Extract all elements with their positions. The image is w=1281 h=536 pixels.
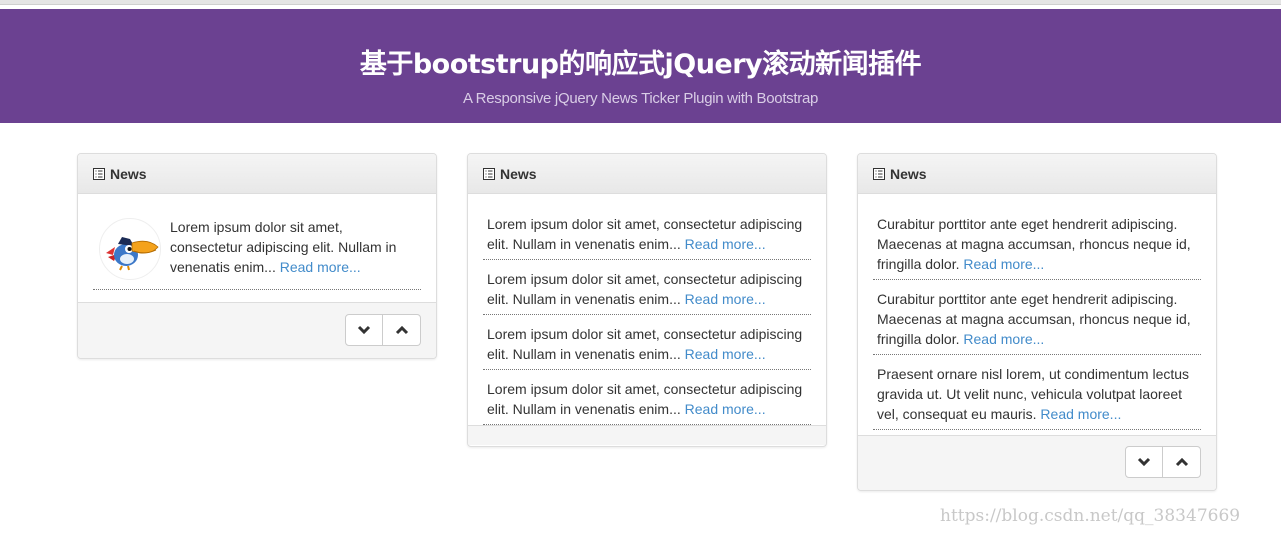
read-more-link[interactable]: Read more... xyxy=(963,256,1044,272)
top-border xyxy=(0,0,1281,5)
panel-footer xyxy=(858,435,1216,490)
scroll-up-button[interactable] xyxy=(1163,446,1201,478)
chevron-up-icon xyxy=(1175,457,1188,467)
news-panel-1: News Lorem ipsum dolor sit amet, consect… xyxy=(77,153,437,359)
read-more-link[interactable]: Read more... xyxy=(1040,406,1121,422)
news-item: Curabitur porttitor ante eget hendrerit … xyxy=(873,205,1201,280)
ticker-controls xyxy=(1125,446,1201,478)
page-title: 基于bootstrup的响应式jQuery滚动新闻插件 xyxy=(359,49,922,80)
news-item: Praesent ornare nisl lorem, ut condiment… xyxy=(873,355,1201,430)
bird-avatar xyxy=(99,218,161,280)
chevron-up-icon xyxy=(395,325,408,335)
news-item: Lorem ipsum dolor sit amet, consectetur … xyxy=(483,370,811,425)
chevron-down-icon xyxy=(1137,457,1151,467)
news-item: Curabitur porttitor ante eget hendrerit … xyxy=(873,280,1201,355)
scroll-up-button[interactable] xyxy=(383,314,421,346)
list-icon xyxy=(483,167,495,180)
news-item: Lorem ipsum dolor sit amet, consectetur … xyxy=(483,205,811,260)
list-icon xyxy=(93,167,105,180)
news-panel-2: News Lorem ipsum dolor sit amet, consect… xyxy=(467,153,827,447)
panel-title: News xyxy=(890,165,927,182)
scroll-down-button[interactable] xyxy=(1125,446,1163,478)
news-text: Lorem ipsum dolor sit amet, consectetur … xyxy=(170,217,417,277)
watermark: https://blog.csdn.net/qq_38347669 xyxy=(940,506,1241,526)
bird-image xyxy=(106,237,159,271)
read-more-link[interactable]: Read more... xyxy=(685,346,766,362)
read-more-link[interactable]: Read more... xyxy=(963,331,1044,347)
chevron-down-icon xyxy=(357,325,371,335)
panel-title: News xyxy=(110,165,147,182)
scroll-down-button[interactable] xyxy=(345,314,383,346)
panel-heading: News xyxy=(468,154,826,194)
panel-body: Curabitur porttitor ante eget hendrerit … xyxy=(858,194,1216,435)
page-subtitle: A Responsive jQuery News Ticker Plugin w… xyxy=(462,90,819,107)
header-banner: 基于bootstrup的响应式jQuery滚动新闻插件 A Responsive… xyxy=(0,9,1281,123)
panel-heading: News xyxy=(858,154,1216,194)
panel-body: Lorem ipsum dolor sit amet, consectetur … xyxy=(468,194,826,425)
list-icon xyxy=(873,167,885,180)
news-panel-3: News Curabitur porttitor ante eget hendr… xyxy=(857,153,1217,491)
panel-title: News xyxy=(500,165,537,182)
news-summary: Praesent ornare nisl lorem, ut condiment… xyxy=(877,366,1190,422)
read-more-link[interactable]: Read more... xyxy=(685,236,766,252)
news-item: Lorem ipsum dolor sit amet, consectetur … xyxy=(483,260,811,315)
panel-heading: News xyxy=(78,154,436,194)
news-item: Lorem ipsum dolor sit amet, consectetur … xyxy=(93,208,421,290)
panel-footer xyxy=(78,302,436,358)
news-item: Lorem ipsum dolor sit amet, consectetur … xyxy=(483,315,811,370)
panel-footer xyxy=(468,425,826,445)
read-more-link[interactable]: Read more... xyxy=(685,291,766,307)
read-more-link[interactable]: Read more... xyxy=(280,259,361,275)
ticker-controls xyxy=(345,314,421,346)
read-more-link[interactable]: Read more... xyxy=(685,401,766,417)
panel-body: Lorem ipsum dolor sit amet, consectetur … xyxy=(78,194,436,302)
